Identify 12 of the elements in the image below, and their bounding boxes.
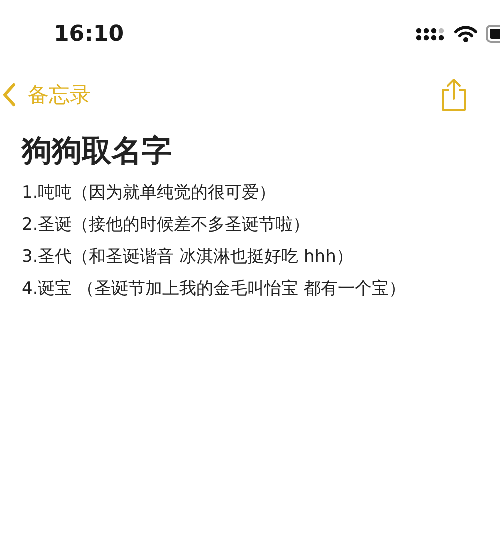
wifi-icon bbox=[454, 25, 478, 43]
note-line: 4.诞宝 （圣诞节加上我的金毛叫怡宝 都有一个宝） bbox=[22, 278, 408, 301]
note-line: 1.吨吨（因为就单纯觉的很可爱） bbox=[22, 182, 278, 205]
battery-icon bbox=[486, 25, 500, 43]
status-time: 16:10 bbox=[54, 22, 124, 46]
chevron-icon bbox=[2, 83, 16, 107]
share-icon[interactable] bbox=[440, 78, 468, 112]
back-button[interactable]: 备忘录 bbox=[2, 81, 91, 109]
signal-icon bbox=[416, 26, 446, 42]
note-line: 3.圣代（和圣诞谐音 冰淇淋也挺好吃 hhh） bbox=[22, 246, 354, 269]
note-title: 狗狗取名字 bbox=[22, 133, 173, 171]
note-line: 2.圣诞（接他的时候差不多圣诞节啦） bbox=[22, 214, 312, 237]
